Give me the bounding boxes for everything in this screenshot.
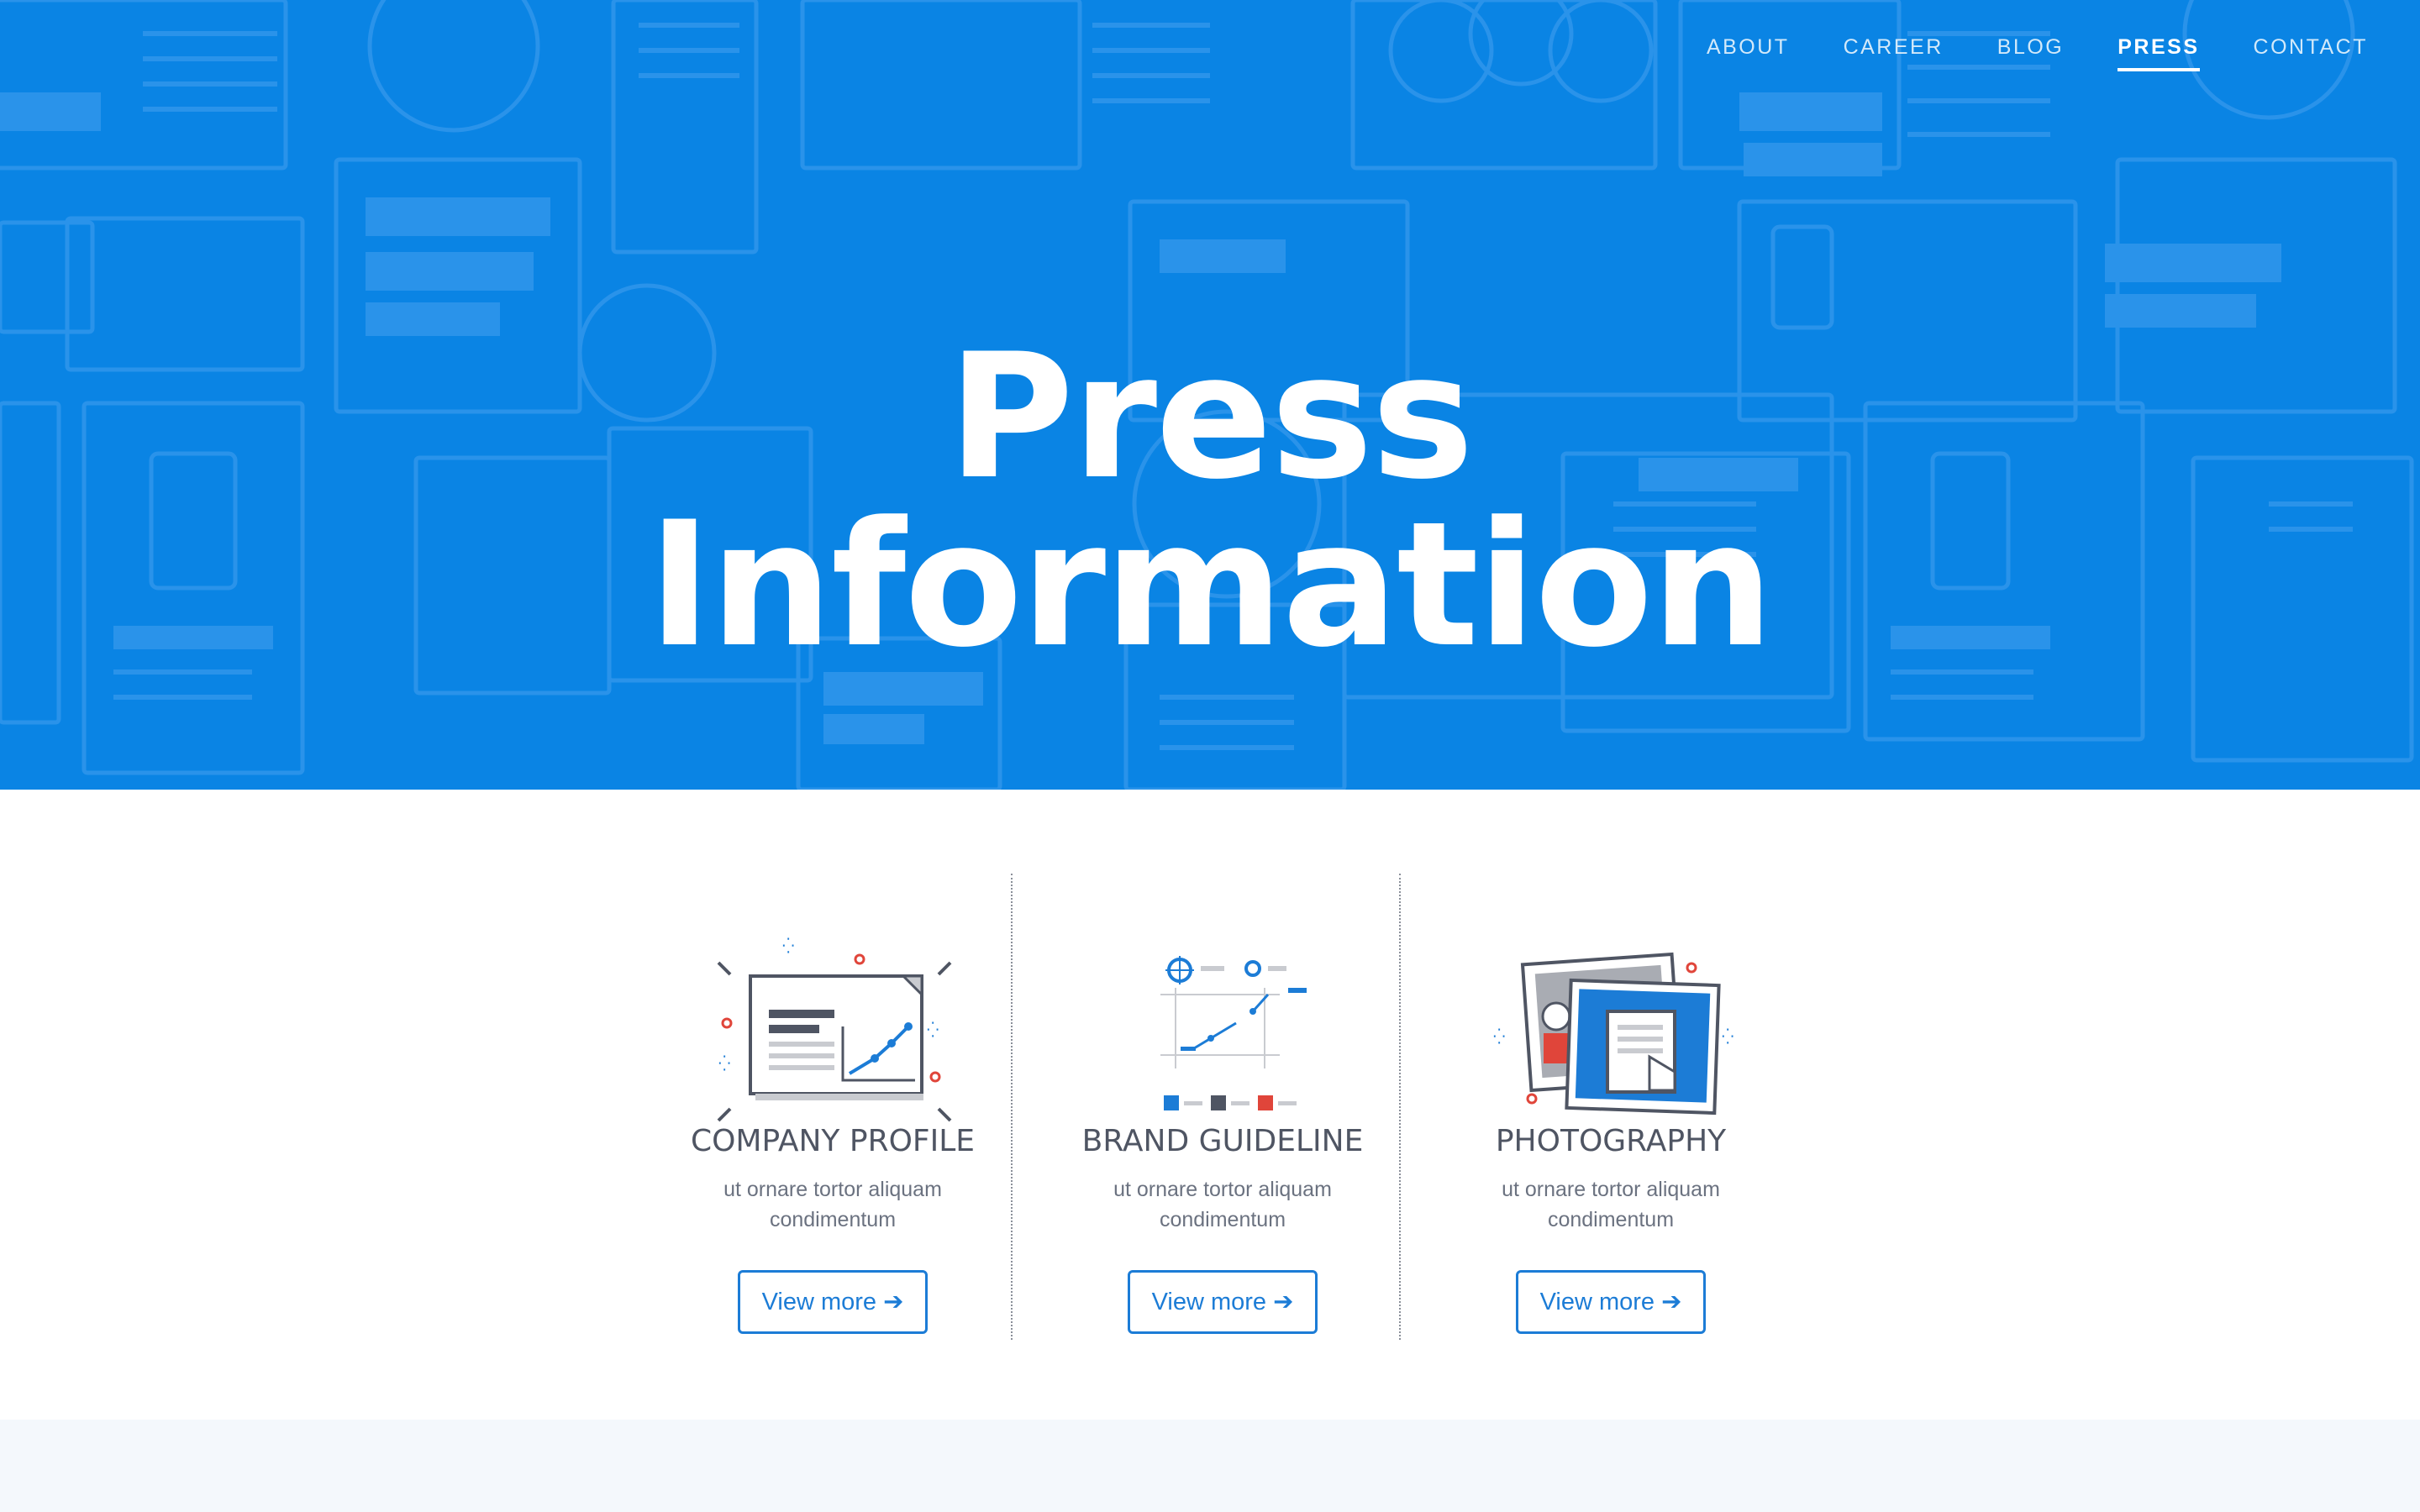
nav-contact[interactable]: CONTACT: [2254, 35, 2368, 71]
page-title-line1: Press: [947, 318, 1474, 518]
arrow-right-icon: ➔: [1273, 1289, 1294, 1315]
page-title: Press Information: [0, 318, 2420, 686]
page-title-line2: Information: [647, 486, 1774, 686]
card-company-profile: ⁛ ⁛ ⁛ COMPANY PROFILE ut ornare tortor a…: [639, 874, 1027, 1344]
presentation-chart-icon: ⁛ ⁛ ⁛: [717, 937, 952, 1122]
view-more-label: View more: [1151, 1289, 1267, 1315]
arrow-right-icon: ➔: [883, 1289, 904, 1315]
view-more-button[interactable]: View more ➔: [738, 1270, 928, 1334]
card-photography: ⁛ ⁛ PHOTOGRAPHY ut ornare tortor aliquam…: [1417, 874, 1805, 1344]
nav-press[interactable]: PRESS: [2118, 35, 2200, 71]
view-more-label: View more: [1539, 1289, 1655, 1315]
card-title: PHOTOGRAPHY: [1495, 1124, 1727, 1158]
arrow-right-icon: ➔: [1661, 1289, 1682, 1315]
nav-about[interactable]: ABOUT: [1707, 35, 1790, 71]
card-description: ut ornare tortor aliquam condimentum: [1113, 1178, 1332, 1231]
card-title: BRAND GUIDELINE: [1081, 1124, 1364, 1158]
card-description: ut ornare tortor aliquam condimentum: [1502, 1178, 1720, 1231]
card-description: ut ornare tortor aliquam condimentum: [723, 1178, 942, 1231]
view-more-button[interactable]: View more ➔: [1128, 1270, 1318, 1334]
press-cards: ⁛ ⁛ ⁛ COMPANY PROFILE ut ornare tortor a…: [639, 874, 1807, 1344]
card-divider: [1399, 874, 1401, 1340]
nav-blog[interactable]: BLOG: [1997, 35, 2064, 71]
main-nav: ABOUT CAREER BLOG PRESS CONTACT: [1653, 35, 2368, 71]
svg-text:⁛: ⁛: [927, 1021, 939, 1039]
card-brand-guideline: BRAND GUIDELINE ut ornare tortor aliquam…: [1028, 874, 1417, 1344]
card-divider: [1011, 874, 1013, 1340]
svg-text:⁛: ⁛: [718, 1055, 730, 1073]
svg-text:⁛: ⁛: [1722, 1028, 1733, 1046]
brand-grid-icon: [1160, 956, 1307, 1110]
view-more-button[interactable]: View more ➔: [1516, 1270, 1706, 1334]
card-title: COMPANY PROFILE: [690, 1124, 976, 1158]
hero-banner: ABOUT CAREER BLOG PRESS CONTACT Press In…: [0, 0, 2420, 790]
nav-career[interactable]: CAREER: [1844, 35, 1944, 71]
photo-frames-icon: ⁛ ⁛: [1493, 952, 1733, 1116]
svg-text:⁛: ⁛: [782, 937, 794, 955]
view-more-label: View more: [761, 1289, 877, 1315]
svg-text:⁛: ⁛: [1493, 1028, 1505, 1046]
footer-section: [0, 1420, 2420, 1512]
